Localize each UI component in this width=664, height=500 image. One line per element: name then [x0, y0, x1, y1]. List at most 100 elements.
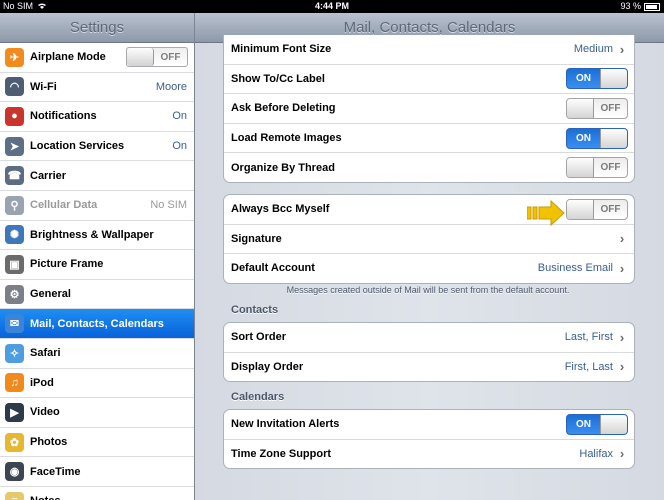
sidebar-item-value: No SIM — [150, 199, 187, 212]
toggle-state: ON — [576, 73, 591, 85]
sidebar-item-label: Video — [30, 406, 60, 419]
sidebar-item-label: FaceTime — [30, 465, 81, 478]
sidebar-item-cellular-data[interactable]: ⚲ Cellular Data No SIM — [0, 191, 194, 221]
detail-pane: Mail, Contacts, Calendars Minimum Font S… — [195, 13, 664, 500]
sidebar-item-general[interactable]: ⚙ General — [0, 280, 194, 310]
toggle-state: OFF — [160, 51, 181, 63]
chevron-right-icon: › — [619, 446, 625, 462]
sidebar-item-picture-frame[interactable]: ▣ Picture Frame — [0, 250, 194, 280]
wifi-icon: ◠ — [5, 77, 24, 97]
new-invitation-alerts-toggle[interactable]: ON — [566, 413, 628, 435]
chevron-right-icon: › — [619, 359, 625, 375]
sidebar-item-wi-fi[interactable]: ◠ Wi-Fi Moore — [0, 73, 194, 103]
setting-value: First, Last — [564, 360, 613, 373]
sidebar-item-label: General — [30, 288, 71, 301]
setting-label: Always Bcc Myself — [231, 203, 330, 216]
calendars-section-header: Calendars — [231, 391, 285, 403]
sidebar-item-label: Notes — [30, 495, 194, 500]
sidebar-item-label: Carrier — [30, 169, 67, 182]
setting-row-show-to-cc-label: Show To/Cc Label ON — [224, 65, 634, 95]
setting-label: Signature — [231, 232, 282, 245]
chevron-right-icon: › — [619, 41, 625, 57]
sidebar-item-location-services[interactable]: ➤ Location Services On — [0, 132, 194, 162]
toggle-state: OFF — [600, 203, 621, 215]
setting-row-organize-by-thread: Organize By Thread OFF — [224, 153, 634, 182]
setting-label: New Invitation Alerts — [231, 418, 340, 431]
toggle-knob — [600, 69, 627, 89]
setting-label: Default Account — [231, 262, 315, 275]
battery-icon — [644, 2, 660, 11]
organize-by-thread-toggle[interactable]: OFF — [566, 157, 628, 179]
sidebar-item-safari[interactable]: ✧ Safari — [0, 339, 194, 369]
setting-row-ask-before-deleting: Ask Before Deleting OFF — [224, 94, 634, 124]
ask-before-deleting-toggle[interactable]: OFF — [566, 97, 628, 119]
notifications-icon: ● — [5, 106, 24, 126]
setting-row-always-bcc-myself: Always Bcc Myself OFF — [224, 195, 634, 225]
video-icon: ▶ — [5, 402, 24, 422]
toggle-state: ON — [576, 132, 591, 144]
sidebar-item-label: iPod — [30, 376, 54, 389]
toggle-knob — [567, 199, 594, 219]
setting-label: Display Order — [231, 360, 304, 373]
setting-row-minimum-font-size[interactable]: Minimum Font Size Medium › — [224, 35, 634, 65]
gear-icon: ⚙ — [5, 284, 24, 304]
mail-settings-group: Minimum Font Size Medium › Show To/Cc Label… — [223, 35, 635, 183]
sidebar-item-label: Picture Frame — [30, 258, 104, 271]
sidebar-item-label: Cellular Data — [30, 199, 98, 212]
settings-list: ✈ Airplane Mode OFF ◠ Wi-Fi Moore ● Notificatio… — [0, 43, 194, 500]
sidebar-item-photos[interactable]: ✿ Photos — [0, 428, 194, 458]
sidebar-item-brightness-wallpaper[interactable]: ✺ Brightness & Wallpaper — [0, 221, 194, 251]
sidebar-item-label: Mail, Contacts, Calendars — [30, 317, 164, 330]
setting-row-default-account[interactable]: Default Account Business Email › — [224, 254, 634, 283]
show-to-cc-label-toggle[interactable]: ON — [566, 68, 628, 90]
setting-label: Load Remote Images — [231, 132, 342, 145]
safari-icon: ✧ — [5, 343, 24, 363]
sidebar-item-video[interactable]: ▶ Video — [0, 398, 194, 428]
toggle-knob — [600, 414, 627, 434]
sidebar-item-facetime[interactable]: ◉ FaceTime — [0, 457, 194, 487]
setting-value: Last, First — [564, 331, 613, 344]
settings-sidebar: Settings ✈ Airplane Mode OFF ◠ Wi-Fi Moore ● No… — [0, 13, 195, 500]
setting-value: Business Email — [537, 262, 613, 275]
notes-icon: ≡ — [5, 491, 24, 500]
contacts-settings-group: Sort Order Last, First › Display Order First… — [223, 322, 635, 383]
photos-icon: ✿ — [5, 432, 24, 452]
toggle-state: OFF — [600, 102, 621, 114]
sidebar-item-notes[interactable]: ≡ Notes — [0, 487, 194, 500]
airplane-mode-toggle[interactable]: OFF — [126, 47, 188, 68]
setting-row-signature[interactable]: Signature › — [224, 225, 634, 255]
sidebar-item-label: Safari — [30, 347, 61, 360]
sidebar-item-value: On — [172, 110, 187, 123]
setting-row-display-order[interactable]: Display Order First, Last › — [224, 353, 634, 382]
setting-row-new-invitation-alerts: New Invitation Alerts ON — [224, 410, 634, 440]
sidebar-item-notifications[interactable]: ● Notifications On — [0, 102, 194, 132]
carrier-icon: ☎ — [5, 166, 24, 186]
brightness-icon: ✺ — [5, 225, 24, 245]
sidebar-item-mail-contacts-calendars[interactable]: ✉ Mail, Contacts, Calendars — [0, 309, 194, 339]
sidebar-item-ipod[interactable]: ♫ iPod — [0, 369, 194, 399]
load-remote-images-toggle[interactable]: ON — [566, 127, 628, 149]
battery-status: 93 % — [620, 0, 660, 13]
sidebar-item-carrier[interactable]: ☎ Carrier — [0, 161, 194, 191]
setting-value: Medium — [573, 43, 613, 56]
sidebar-item-value: Moore — [155, 80, 187, 93]
setting-row-time-zone-support[interactable]: Time Zone Support Halifax › — [224, 440, 634, 469]
sidebar-item-airplane-mode[interactable]: ✈ Airplane Mode OFF — [0, 43, 194, 73]
sidebar-item-label: Airplane Mode — [30, 51, 106, 64]
airplane-icon: ✈ — [5, 47, 24, 67]
setting-label: Minimum Font Size — [231, 43, 332, 56]
toggle-state: OFF — [600, 162, 621, 174]
setting-label: Organize By Thread — [231, 161, 335, 174]
contacts-section-header: Contacts — [231, 304, 279, 316]
always-bcc-myself-toggle[interactable]: OFF — [566, 198, 628, 220]
facetime-icon: ◉ — [5, 462, 24, 482]
toggle-knob — [127, 48, 154, 67]
cellular-icon: ⚲ — [5, 195, 24, 215]
sidebar-item-value: On — [172, 140, 187, 153]
mail-icon: ✉ — [5, 314, 24, 334]
setting-row-sort-order[interactable]: Sort Order Last, First › — [224, 323, 634, 353]
sidebar-item-label: Photos — [30, 436, 68, 449]
setting-label: Time Zone Support — [231, 447, 332, 460]
sidebar-item-label: Location Services — [30, 140, 125, 153]
toggle-knob — [567, 98, 594, 118]
